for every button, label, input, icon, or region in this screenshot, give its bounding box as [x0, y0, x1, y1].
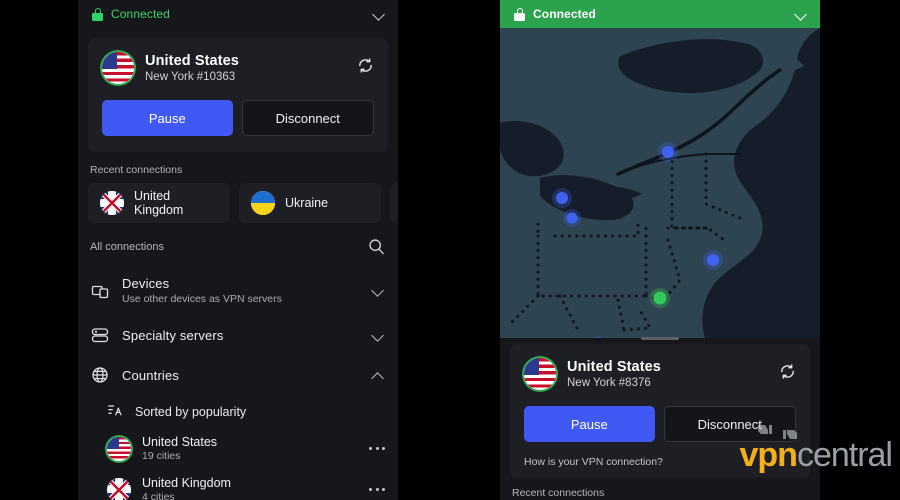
vpn-map[interactable]: [500, 28, 820, 338]
connection-names: United States New York #10363: [145, 53, 239, 83]
feedback-prompt: How is your VPN connection?: [524, 456, 663, 468]
group-title: Devices: [122, 276, 170, 291]
refresh-icon[interactable]: [356, 56, 375, 75]
country-city-count: 4 cities: [142, 491, 175, 500]
uk-flag-icon: [107, 477, 131, 500]
recent-item-label: Ukraine: [285, 196, 329, 210]
right-vpn-panel: Connected United States New York #8376 P…: [500, 0, 820, 500]
connection-header: United States New York #10363: [102, 52, 374, 84]
all-connections-label: All connections: [90, 240, 164, 253]
country-city-count: 19 cities: [142, 450, 181, 462]
chevron-down-icon[interactable]: [373, 8, 386, 21]
globe-icon: [90, 365, 110, 385]
uk-flag-icon: [100, 191, 124, 215]
connection-names: United States New York #8376: [567, 359, 661, 389]
recent-connections-label: Recent connections: [90, 164, 183, 176]
search-icon[interactable]: [367, 237, 386, 256]
us-flag-icon: [102, 52, 134, 84]
country-row-united-kingdom[interactable]: United Kingdom 4 cities: [78, 469, 398, 500]
refresh-icon[interactable]: [778, 362, 797, 381]
disconnect-button[interactable]: Disconnect: [663, 406, 796, 442]
connection-server: New York #8376: [567, 377, 651, 389]
country-texts: United Kingdom 4 cities: [142, 476, 231, 500]
sort-label: Sorted by popularity: [135, 404, 247, 419]
ua-flag-icon: [251, 191, 275, 215]
connection-header: United States New York #8376: [524, 358, 796, 390]
lock-icon: [92, 7, 103, 21]
connection-actions: Pause Disconnect: [524, 406, 796, 442]
country-texts: United States 19 cities: [142, 435, 217, 462]
group-title: Specialty servers: [122, 327, 224, 343]
recent-connections-label: Recent connections: [512, 487, 605, 499]
servers-icon: [90, 325, 110, 345]
chevron-down-icon[interactable]: [795, 8, 808, 21]
group-title: Countries: [122, 367, 179, 383]
lock-icon: [514, 7, 525, 21]
group-item-countries[interactable]: Countries: [78, 355, 398, 395]
status-label: Connected: [111, 7, 170, 21]
recent-connections-row: United Kingdom Ukraine: [78, 183, 398, 223]
country-row-united-states[interactable]: United States 19 cities: [78, 428, 398, 469]
disconnect-button[interactable]: Disconnect: [241, 100, 374, 136]
us-flag-icon: [107, 436, 131, 461]
group-texts: Specialty servers: [122, 328, 224, 343]
status-label: Connected: [533, 7, 596, 21]
active-connection-card: United States New York #8376 Pause Disco…: [510, 344, 810, 478]
group-item-specialty-servers[interactable]: Specialty servers: [78, 315, 398, 355]
chevron-up-icon[interactable]: [372, 369, 385, 382]
more-options-icon[interactable]: [369, 488, 385, 491]
pause-button[interactable]: Pause: [102, 100, 233, 136]
group-texts: Countries: [122, 368, 179, 383]
more-options-icon[interactable]: [369, 447, 385, 450]
recent-item-label: United Kingdom: [134, 189, 184, 217]
devices-icon: [90, 281, 110, 301]
us-flag-icon: [524, 358, 556, 390]
group-texts: Devices Use other devices as VPN servers: [122, 276, 282, 305]
recent-item-ukraine[interactable]: Ukraine: [239, 183, 381, 223]
recent-item-united-kingdom[interactable]: United Kingdom: [88, 183, 230, 223]
connection-status-bar[interactable]: Connected: [78, 0, 398, 28]
country-name: United States: [142, 435, 218, 449]
recent-item-overflow[interactable]: [390, 183, 398, 223]
screenshot-stage: Connected United States New York #10363: [0, 0, 900, 500]
group-subtitle: Use other devices as VPN servers: [122, 293, 282, 305]
left-vpn-panel: Connected United States New York #10363: [78, 0, 398, 500]
chevron-down-icon[interactable]: [372, 284, 385, 297]
country-name: United Kingdom: [142, 476, 231, 490]
sort-az-icon: [107, 403, 124, 420]
connection-actions: Pause Disconnect: [102, 100, 374, 136]
chevron-down-icon[interactable]: [372, 329, 385, 342]
pause-button[interactable]: Pause: [524, 406, 655, 442]
all-connections-header: All connections: [78, 223, 398, 266]
group-item-devices[interactable]: Devices Use other devices as VPN servers: [78, 266, 398, 315]
map-drag-handle[interactable]: [641, 337, 679, 340]
connection-status-bar[interactable]: Connected: [500, 0, 820, 28]
connection-server: New York #10363: [145, 71, 236, 83]
active-connection-card: United States New York #10363 Pause Disc…: [88, 38, 388, 152]
sort-control[interactable]: Sorted by popularity: [78, 395, 398, 428]
connection-country: United States: [567, 359, 661, 375]
connection-country: United States: [145, 53, 239, 69]
